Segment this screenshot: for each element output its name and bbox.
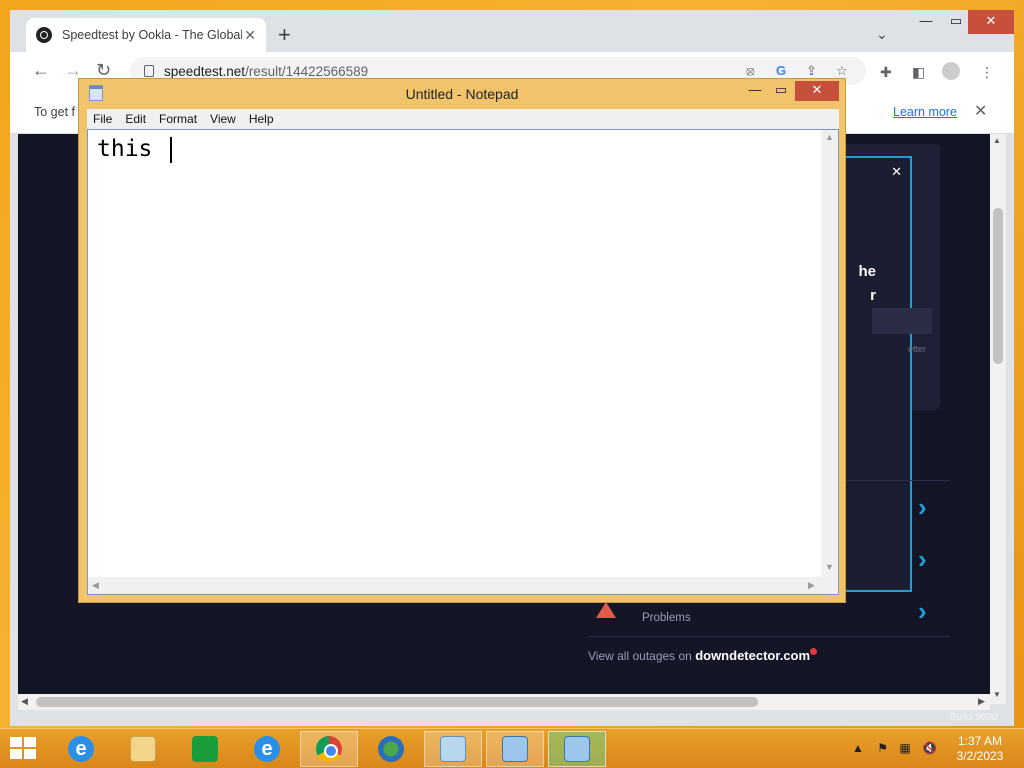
modal-heading-line-2: r bbox=[870, 287, 876, 304]
url-host: speedtest.net bbox=[164, 63, 246, 79]
taskbar-notepad[interactable] bbox=[424, 731, 482, 767]
new-tab-button[interactable]: + bbox=[278, 24, 291, 46]
tray-icons: ▲ ⚑ ▦ 🔇 bbox=[852, 741, 937, 755]
notepad-title: Untitled - Notepad bbox=[405, 86, 519, 102]
start-button[interactable] bbox=[10, 737, 38, 761]
page-vertical-scrollbar[interactable]: ▲ ▼ bbox=[990, 134, 1006, 704]
modal-heading: he r bbox=[858, 260, 876, 308]
infobar-message: To get f bbox=[34, 105, 75, 119]
modal-heading-line-1: he bbox=[858, 263, 876, 280]
taskbar-remote-desktop[interactable] bbox=[486, 731, 544, 767]
location-blocked-icon[interactable]: ⦻ bbox=[746, 63, 755, 79]
browser-tab[interactable]: Speedtest by Ookla - The Global ✕ bbox=[26, 18, 266, 52]
notepad-menubar: File Edit Format View Help bbox=[87, 109, 839, 129]
speedtest-favicon-icon bbox=[36, 27, 52, 43]
notepad-maximize-button[interactable]: ▭ bbox=[769, 81, 793, 101]
modal-close-icon[interactable]: ✕ bbox=[891, 164, 902, 180]
download-manager-icon bbox=[378, 736, 404, 762]
notepad-minimize-button[interactable]: — bbox=[743, 81, 767, 101]
scroll-down-icon[interactable]: ▼ bbox=[993, 690, 1001, 699]
downdetector-link[interactable]: downdetector.com bbox=[695, 648, 810, 663]
learn-more-link[interactable]: Learn more bbox=[893, 105, 957, 119]
view-all-prefix: View all outages on bbox=[588, 649, 696, 663]
warning-icon bbox=[596, 602, 616, 618]
taskbar-ie-2[interactable]: e bbox=[238, 731, 296, 767]
volume-muted-icon[interactable]: 🔇 bbox=[922, 741, 937, 755]
notepad-close-button[interactable]: ✕ bbox=[795, 81, 839, 101]
modal-action-box[interactable] bbox=[872, 308, 932, 334]
clock-date: 3/2/2023 bbox=[956, 749, 1004, 763]
notepad-icon bbox=[440, 736, 466, 762]
action-center-flag-icon[interactable]: ⚑ bbox=[877, 741, 888, 755]
tab-title: Speedtest by Ookla - The Global bbox=[62, 28, 242, 42]
tab-close-icon[interactable]: ✕ bbox=[244, 27, 256, 44]
notepad-text-area[interactable]: this ▲ ▼ ◀ ▶ bbox=[87, 129, 839, 595]
text-caret bbox=[170, 136, 173, 163]
tab-search-icon[interactable]: ⌄ bbox=[876, 26, 888, 43]
remote-desktop-icon bbox=[564, 736, 590, 762]
google-lens-icon[interactable]: G bbox=[776, 63, 786, 78]
close-button[interactable]: ✕ bbox=[968, 10, 1014, 34]
profile-avatar-icon[interactable] bbox=[942, 62, 960, 80]
share-icon[interactable]: ⇪ bbox=[806, 63, 817, 79]
chevron-right-icon[interactable]: › bbox=[918, 596, 927, 627]
menu-format[interactable]: Format bbox=[159, 112, 197, 126]
modal-small-text: etter bbox=[907, 344, 926, 354]
tab-strip: Speedtest by Ookla - The Global ✕ + ⌄ — … bbox=[10, 10, 1014, 52]
taskbar-ie[interactable]: e bbox=[52, 731, 110, 767]
file-explorer-icon bbox=[130, 736, 156, 762]
scroll-left-icon[interactable]: ◀ bbox=[21, 696, 28, 707]
internet-explorer-icon: e bbox=[68, 736, 94, 762]
scroll-up-icon[interactable]: ▲ bbox=[993, 136, 1001, 145]
divider bbox=[588, 636, 950, 637]
build-watermark: Build 9600 bbox=[950, 712, 998, 723]
taskbar-idm[interactable] bbox=[362, 731, 420, 767]
bookmark-star-icon[interactable]: ☆ bbox=[836, 63, 848, 79]
back-icon[interactable]: ← bbox=[32, 60, 50, 81]
scroll-right-icon[interactable]: ▶ bbox=[978, 696, 985, 707]
internet-explorer-icon: e bbox=[254, 736, 280, 762]
clock-time: 1:37 AM bbox=[957, 734, 1003, 748]
remote-desktop-icon bbox=[502, 736, 528, 762]
scroll-right-icon[interactable]: ▶ bbox=[808, 580, 815, 591]
taskbar-chrome[interactable] bbox=[300, 731, 358, 767]
chrome-icon bbox=[316, 736, 342, 762]
chevron-right-icon[interactable]: › bbox=[918, 492, 927, 523]
editor-horizontal-scrollbar[interactable]: ◀ ▶ bbox=[88, 577, 823, 594]
menu-file[interactable]: File bbox=[93, 112, 112, 126]
lock-icon bbox=[144, 65, 154, 77]
notification-dot-icon bbox=[810, 648, 818, 655]
scroll-down-icon[interactable]: ▼ bbox=[825, 562, 834, 572]
url-path: /result/14422566589 bbox=[245, 63, 369, 79]
extensions-icon[interactable]: ✚ bbox=[880, 64, 892, 81]
scroll-up-icon[interactable]: ▲ bbox=[825, 132, 834, 142]
taskbar: e e ▲ ⚑ ▦ 🔇 1:37 AM 3/2/2023 bbox=[0, 728, 1024, 768]
notepad-text[interactable]: this bbox=[97, 136, 173, 163]
notepad-content: this bbox=[97, 136, 167, 162]
store-icon bbox=[192, 736, 218, 762]
taskbar-explorer[interactable] bbox=[114, 731, 172, 767]
editor-vertical-scrollbar[interactable]: ▲ ▼ bbox=[821, 130, 838, 578]
scroll-left-icon[interactable]: ◀ bbox=[92, 580, 99, 591]
menu-kebab-icon[interactable]: ⋮ bbox=[980, 64, 994, 81]
resize-grip-icon[interactable] bbox=[821, 577, 838, 594]
menu-edit[interactable]: Edit bbox=[125, 112, 146, 126]
notepad-window: Untitled - Notepad — ▭ ✕ File Edit Forma… bbox=[78, 78, 846, 603]
page-horizontal-scrollbar[interactable]: ◀ ▶ bbox=[18, 694, 990, 710]
scrollbar-thumb[interactable] bbox=[36, 697, 758, 707]
menu-help[interactable]: Help bbox=[249, 112, 274, 126]
view-all-outages[interactable]: View all outages on downdetector.com bbox=[588, 648, 818, 663]
scrollbar-thumb[interactable] bbox=[993, 208, 1003, 364]
menu-view[interactable]: View bbox=[210, 112, 236, 126]
system-clock[interactable]: 1:37 AM 3/2/2023 bbox=[942, 734, 1018, 764]
taskbar-remote-desktop-2[interactable] bbox=[548, 731, 606, 767]
side-panel-icon[interactable]: ◧ bbox=[912, 64, 925, 81]
problems-label: Problems bbox=[642, 612, 691, 624]
network-icon[interactable]: ▦ bbox=[899, 741, 910, 755]
taskbar-store[interactable] bbox=[176, 731, 234, 767]
chevron-right-icon[interactable]: › bbox=[918, 544, 927, 575]
infobar-close-icon[interactable]: ✕ bbox=[974, 101, 987, 121]
show-hidden-icons-icon[interactable]: ▲ bbox=[852, 741, 864, 755]
